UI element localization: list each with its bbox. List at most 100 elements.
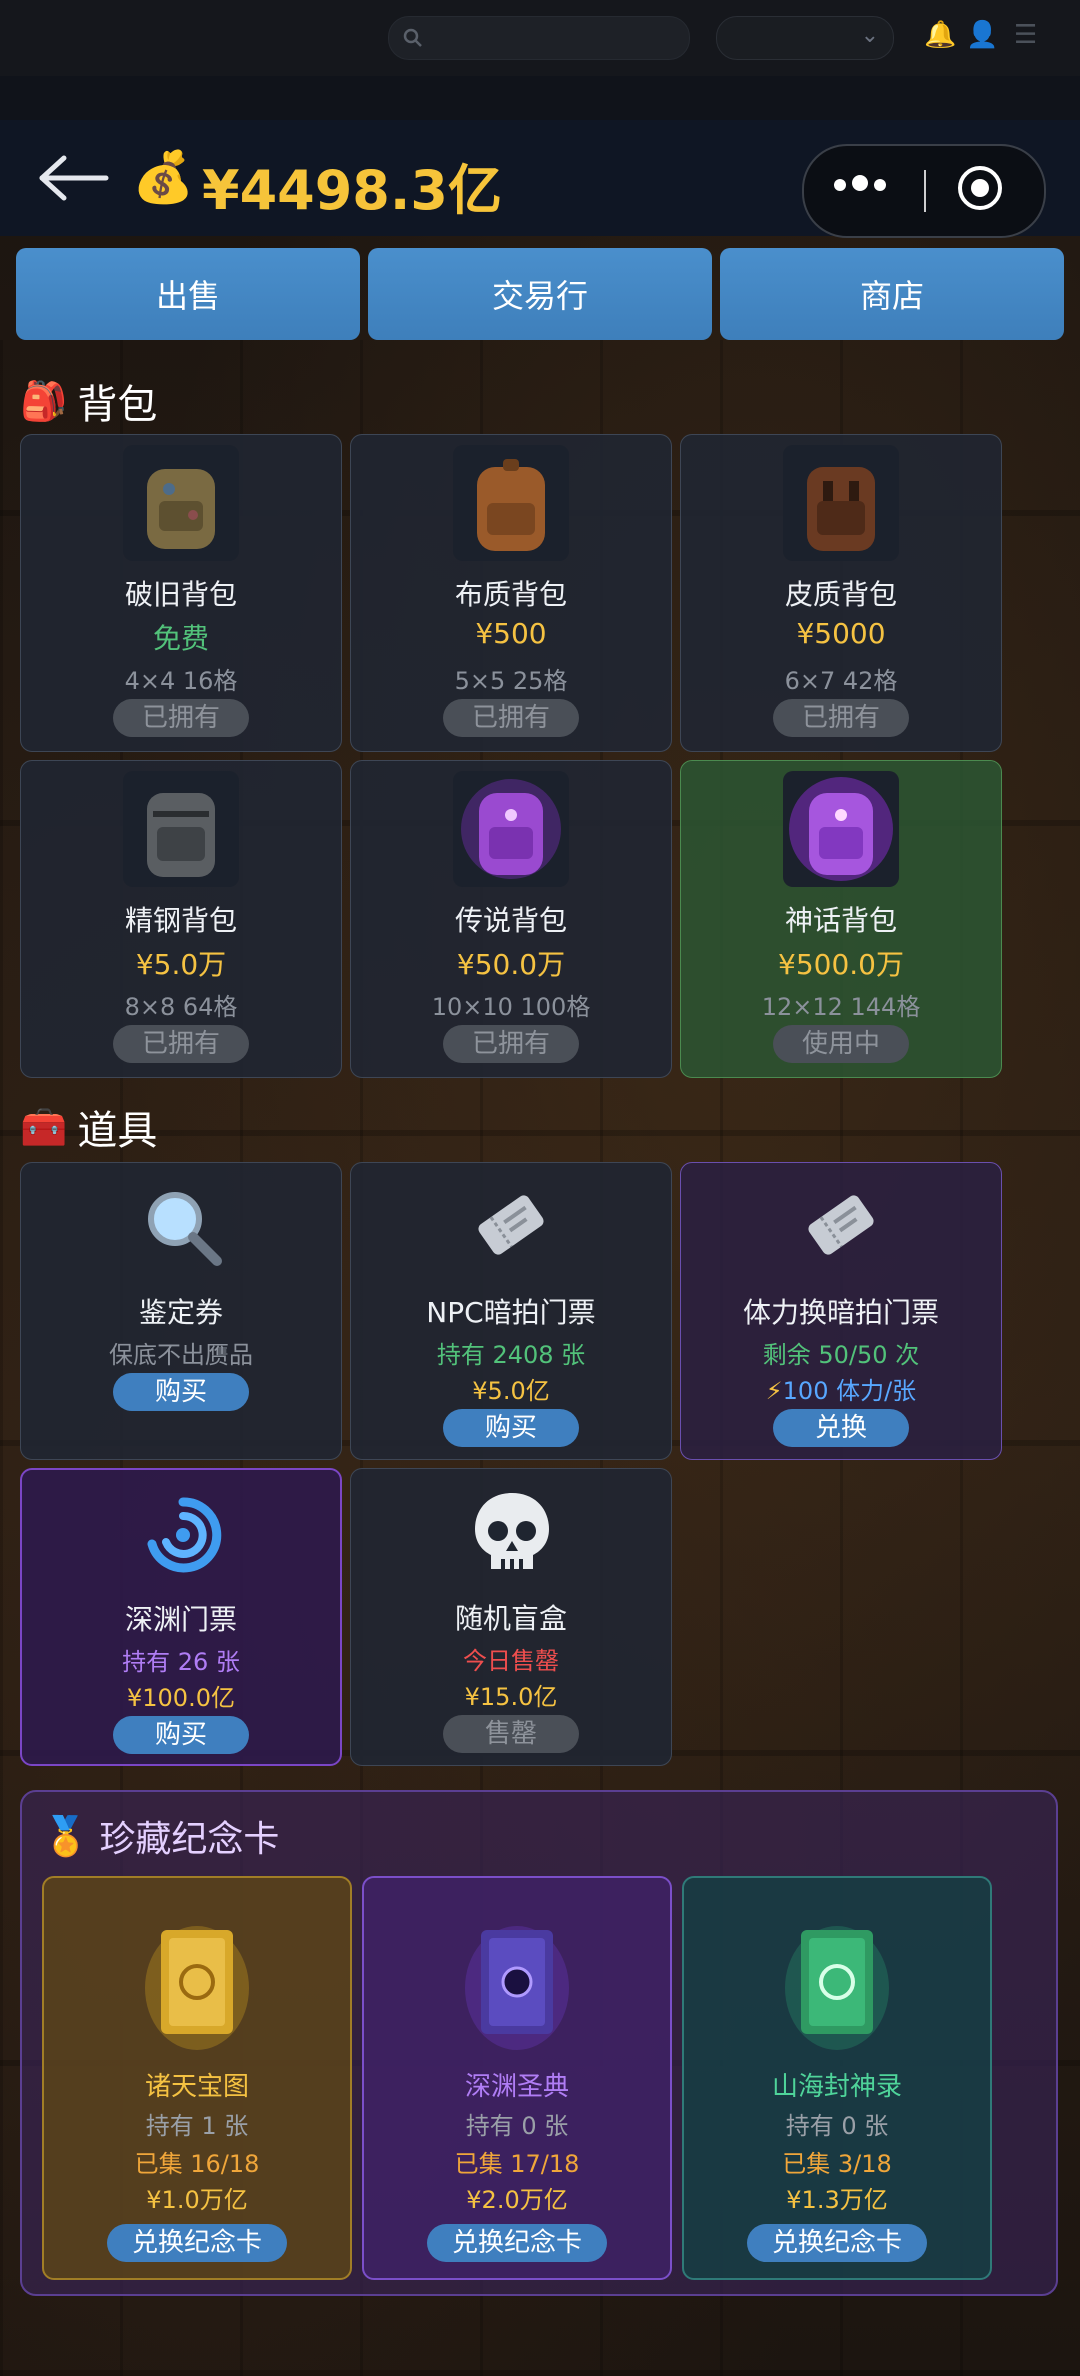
ticket-icon [478,1195,544,1255]
bag-capacity: 10×10 100格 [431,993,591,1021]
gap-strip [0,76,1080,120]
bag-card-legend[interactable]: 传说背包 ¥50.0万 10×10 100格 已拥有 [350,760,672,1078]
tool-price: ¥15.0亿 [464,1683,558,1711]
menu-icon[interactable]: ☰ [1014,20,1037,50]
bag-card-steel[interactable]: 精钢背包 ¥5.0万 8×8 64格 已拥有 [20,760,342,1078]
golden-book-image [145,1926,249,2050]
bag-price: ¥5000 [796,617,886,650]
tool-name: 鉴定券 [138,1296,223,1329]
money-bag-icon: 💰 [132,148,195,206]
card-collected: 已集 17/18 [454,2150,580,2178]
card-name: 深渊圣典 [464,2072,569,2102]
back-arrow-icon[interactable] [36,150,110,206]
owned-badge: 已拥有 [443,1025,579,1063]
card-name: 诸天宝图 [144,2072,249,2102]
tool-note: 保底不出赝品 [109,1341,253,1369]
exchange-button[interactable]: 兑换 [773,1409,909,1447]
memorial-card-gold[interactable]: 诸天宝图 持有 1 张 已集 16/18 ¥1.0万亿 兑换纪念卡 [42,1876,352,2280]
sold-out-note: 今日售罄 [463,1647,559,1675]
backpack-icon: 🎒 [20,378,68,423]
close-target-icon[interactable] [958,166,1002,210]
section-title-collection: 🏅 珍藏纪念卡 [42,1813,280,1861]
memorial-card-jade[interactable]: 山海封神录 持有 0 张 已集 3/18 ¥1.3万亿 兑换纪念卡 [682,1876,992,2280]
bell-icon[interactable]: 🔔 [924,20,956,50]
bag-capacity: 5×5 25格 [454,667,568,695]
search-input[interactable] [388,16,690,60]
tool-price: ¥100.0亿 [127,1684,235,1712]
lightning-icon: ⚡ [765,1377,783,1405]
magnifier-icon [148,1192,222,1266]
legend-backpack-image [453,771,569,887]
card-collected: 已集 3/18 [782,2150,892,2178]
tool-holding: 持有 26 张 [122,1648,240,1676]
tool-name: NPC暗拍门票 [426,1296,596,1329]
tab-sell[interactable]: 出售 [16,248,360,340]
miniprogram-capsule [802,144,1046,238]
bag-capacity: 6×7 42格 [784,667,898,695]
bag-name: 布质背包 [454,578,567,611]
balance-amount: ¥4498.3亿 [202,159,502,222]
section-title-tools: 🧰 道具 [20,1104,158,1155]
card-price: ¥1.3万亿 [786,2186,888,2214]
in-use-badge: 使用中 [773,1025,909,1063]
tool-name: 体力换暗拍门票 [742,1296,939,1329]
exchange-card-button[interactable]: 兑换纪念卡 [747,2224,927,2262]
chevron-down-icon: ⌄ [860,23,879,48]
capsule-divider [924,170,926,212]
myth-backpack-image [783,771,899,887]
bag-card-myth[interactable]: 神话背包 ¥500.0万 12×12 144格 使用中 [680,760,1002,1078]
tool-price: ¥5.0亿 [472,1377,550,1405]
bag-name: 神话背包 [784,904,897,937]
user-icon[interactable]: 👤 [966,20,998,50]
bag-capacity: 4×4 16格 [124,667,238,695]
medal-icon: 🏅 [42,1813,90,1858]
tab-shop[interactable]: 商店 [720,248,1064,340]
tool-card-npc-ticket[interactable]: NPC暗拍门票 持有 2408 张 ¥5.0亿 购买 [350,1162,672,1460]
card-name: 山海封神录 [771,2072,902,2102]
vortex-icon [147,1497,222,1573]
bag-card-leather[interactable]: 皮质背包 ¥5000 6×7 42格 已拥有 [680,434,1002,752]
buy-button[interactable]: 购买 [113,1716,249,1754]
bag-name: 破旧背包 [124,578,237,611]
jade-book-image [785,1926,889,2050]
card-price: ¥1.0万亿 [146,2186,248,2214]
search-icon [403,28,422,47]
bag-capacity: 8×8 64格 [124,993,238,1021]
tool-cost: ⚡100 体力/张 [765,1377,917,1405]
exchange-card-button[interactable]: 兑换纪念卡 [107,2224,287,2262]
app-header: 💰 ¥4498.3亿 [0,120,1080,238]
owned-badge: 已拥有 [113,699,249,737]
bag-price: ¥50.0万 [456,948,566,981]
card-price: ¥2.0万亿 [466,2186,568,2214]
browser-topbar: ⌄ 🔔 👤 ☰ [0,0,1080,76]
filter-select[interactable]: ⌄ [716,16,894,60]
tool-card-blind-box[interactable]: 随机盲盒 今日售罄 ¥15.0亿 售罄 [350,1468,672,1766]
ticket-icon [808,1195,874,1255]
section-title-bags: 🎒 背包 [20,378,158,429]
owned-badge: 已拥有 [443,699,579,737]
memorial-card-abyss[interactable]: 深渊圣典 持有 0 张 已集 17/18 ¥2.0万亿 兑换纪念卡 [362,1876,672,2280]
tool-name: 深渊门票 [124,1603,237,1636]
buy-button[interactable]: 购买 [443,1409,579,1447]
exchange-card-button[interactable]: 兑换纪念卡 [427,2224,607,2262]
card-holding: 持有 0 张 [465,2112,569,2140]
bag-capacity: 12×12 144格 [761,993,921,1021]
tab-trading[interactable]: 交易行 [368,248,712,340]
bag-card-worn[interactable]: 破旧背包 免费 4×4 16格 已拥有 [20,434,342,752]
tool-remaining: 剩余 50/50 次 [762,1341,920,1369]
card-collected: 已集 16/18 [134,2150,260,2178]
cloth-backpack-image [453,445,569,561]
leather-backpack-image [783,445,899,561]
owned-badge: 已拥有 [773,699,909,737]
more-options-icon[interactable] [834,175,892,195]
bag-price: ¥500 [475,617,547,650]
sold-out-button: 售罄 [443,1715,579,1753]
tool-card-stamina-ticket[interactable]: 体力换暗拍门票 剩余 50/50 次 ⚡100 体力/张 兑换 [680,1162,1002,1460]
tool-card-appraisal[interactable]: 鉴定券 保底不出赝品 购买 [20,1162,342,1460]
card-holding: 持有 1 张 [145,2112,249,2140]
bag-card-cloth[interactable]: 布质背包 ¥500 5×5 25格 已拥有 [350,434,672,752]
buy-button[interactable]: 购买 [113,1373,249,1411]
tool-card-abyss-ticket[interactable]: 深渊门票 持有 26 张 ¥100.0亿 购买 [20,1468,342,1766]
toolbox-icon: 🧰 [20,1104,68,1149]
bag-price: 免费 [152,622,209,655]
